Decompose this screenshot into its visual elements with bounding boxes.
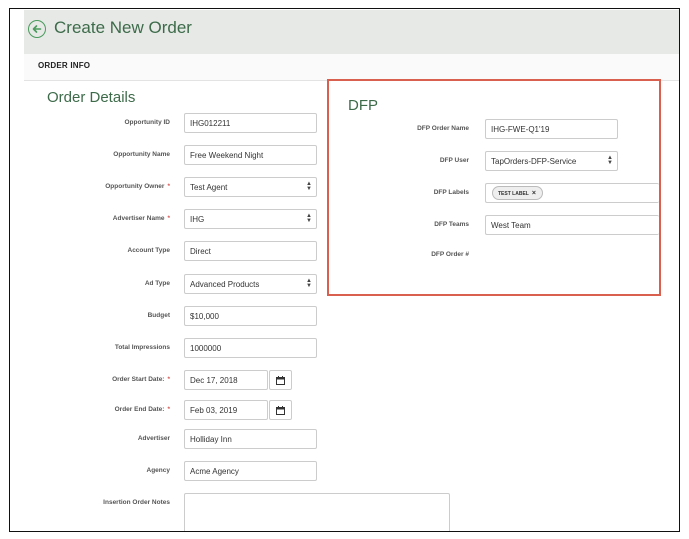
ad-type-select[interactable]: Advanced Products ▲ ▼ (184, 274, 317, 294)
dfp-user-label: DFP User (439, 157, 469, 164)
opportunity-owner-value: Test Agent (190, 183, 228, 192)
advertiser-label: Advertiser (137, 435, 170, 442)
advertiser-name-label: Advertiser Name * (112, 215, 170, 222)
opportunity-id-input[interactable]: IHG012211 (184, 113, 317, 133)
ad-type-value: Advanced Products (190, 280, 260, 289)
back-arrow-icon[interactable] (28, 20, 46, 38)
opportunity-name-input[interactable]: Free Weekend Night (184, 145, 317, 165)
dfp-teams-label: DFP Teams (434, 221, 469, 228)
required-marker: * (167, 215, 170, 222)
tag-text: TEST LABEL (498, 191, 529, 197)
opportunity-id-label: Opportunity ID (124, 119, 171, 126)
order-details-title: Order Details (47, 89, 136, 106)
select-caret-icon: ▲ ▼ (306, 278, 312, 289)
advertiser-input[interactable]: Holliday Inn (184, 429, 317, 449)
total-impressions-input[interactable]: 1000000 (184, 338, 317, 358)
header-bar: Create New Order (24, 10, 679, 54)
dfp-labels-label: DFP Labels (433, 189, 469, 196)
order-start-date-input[interactable]: Dec 17, 2018 (184, 370, 268, 390)
order-start-date-label: Order Start Date: * (112, 376, 170, 383)
opportunity-owner-select[interactable]: Test Agent ▲ ▼ (184, 177, 317, 197)
remove-tag-icon[interactable]: × (532, 190, 536, 197)
end-date-calendar-button[interactable] (269, 400, 292, 420)
dfp-panel: DFP DFP Order Name IHG-FWE-Q1'19 DFP Use… (327, 79, 661, 296)
section-title: ORDER INFO (38, 61, 91, 70)
budget-input[interactable]: $10,000 (184, 306, 317, 326)
calendar-icon (276, 406, 285, 415)
total-impressions-label: Total Impressions (114, 344, 170, 351)
advertiser-name-value: IHG (190, 215, 205, 224)
opportunity-name-label: Opportunity Name (113, 151, 170, 158)
order-end-date-input[interactable]: Feb 03, 2019 (184, 400, 268, 420)
test-label-tag[interactable]: TEST LABEL × (492, 186, 543, 200)
insertion-order-notes-label: Insertion Order Notes (103, 499, 170, 506)
insertion-order-notes-textarea[interactable] (184, 493, 450, 531)
agency-label: Agency (146, 467, 170, 474)
dfp-user-select[interactable]: TapOrders-DFP-Service ▲ ▼ (485, 151, 618, 171)
section-header: ORDER INFO (24, 54, 679, 81)
advertiser-name-select[interactable]: IHG ▲ ▼ (184, 209, 317, 229)
required-marker: * (167, 376, 170, 383)
dfp-title: DFP (348, 97, 378, 114)
page-title: Create New Order (54, 18, 192, 37)
budget-label: Budget (147, 312, 170, 319)
calendar-icon (276, 376, 285, 385)
dfp-user-value: TapOrders-DFP-Service (491, 157, 577, 166)
required-marker: * (167, 183, 170, 190)
agency-input[interactable]: Acme Agency (184, 461, 317, 481)
start-date-calendar-button[interactable] (269, 370, 292, 390)
ad-type-label: Ad Type (144, 280, 170, 287)
order-end-date-label: Order End Date: * (114, 406, 170, 413)
dfp-teams-input[interactable]: West Team (485, 215, 659, 235)
opportunity-owner-label: Opportunity Owner * (105, 183, 170, 190)
required-marker: * (167, 406, 170, 413)
account-type-input[interactable]: Direct (184, 241, 317, 261)
dfp-order-number-label: DFP Order # (431, 251, 469, 258)
dfp-order-name-label: DFP Order Name (417, 125, 469, 132)
select-caret-icon: ▲ ▼ (607, 155, 613, 166)
dfp-order-name-input[interactable]: IHG-FWE-Q1'19 (485, 119, 618, 139)
account-type-label: Account Type (127, 247, 171, 254)
app-window: Create New Order ORDER INFO Order Detail… (9, 8, 680, 532)
